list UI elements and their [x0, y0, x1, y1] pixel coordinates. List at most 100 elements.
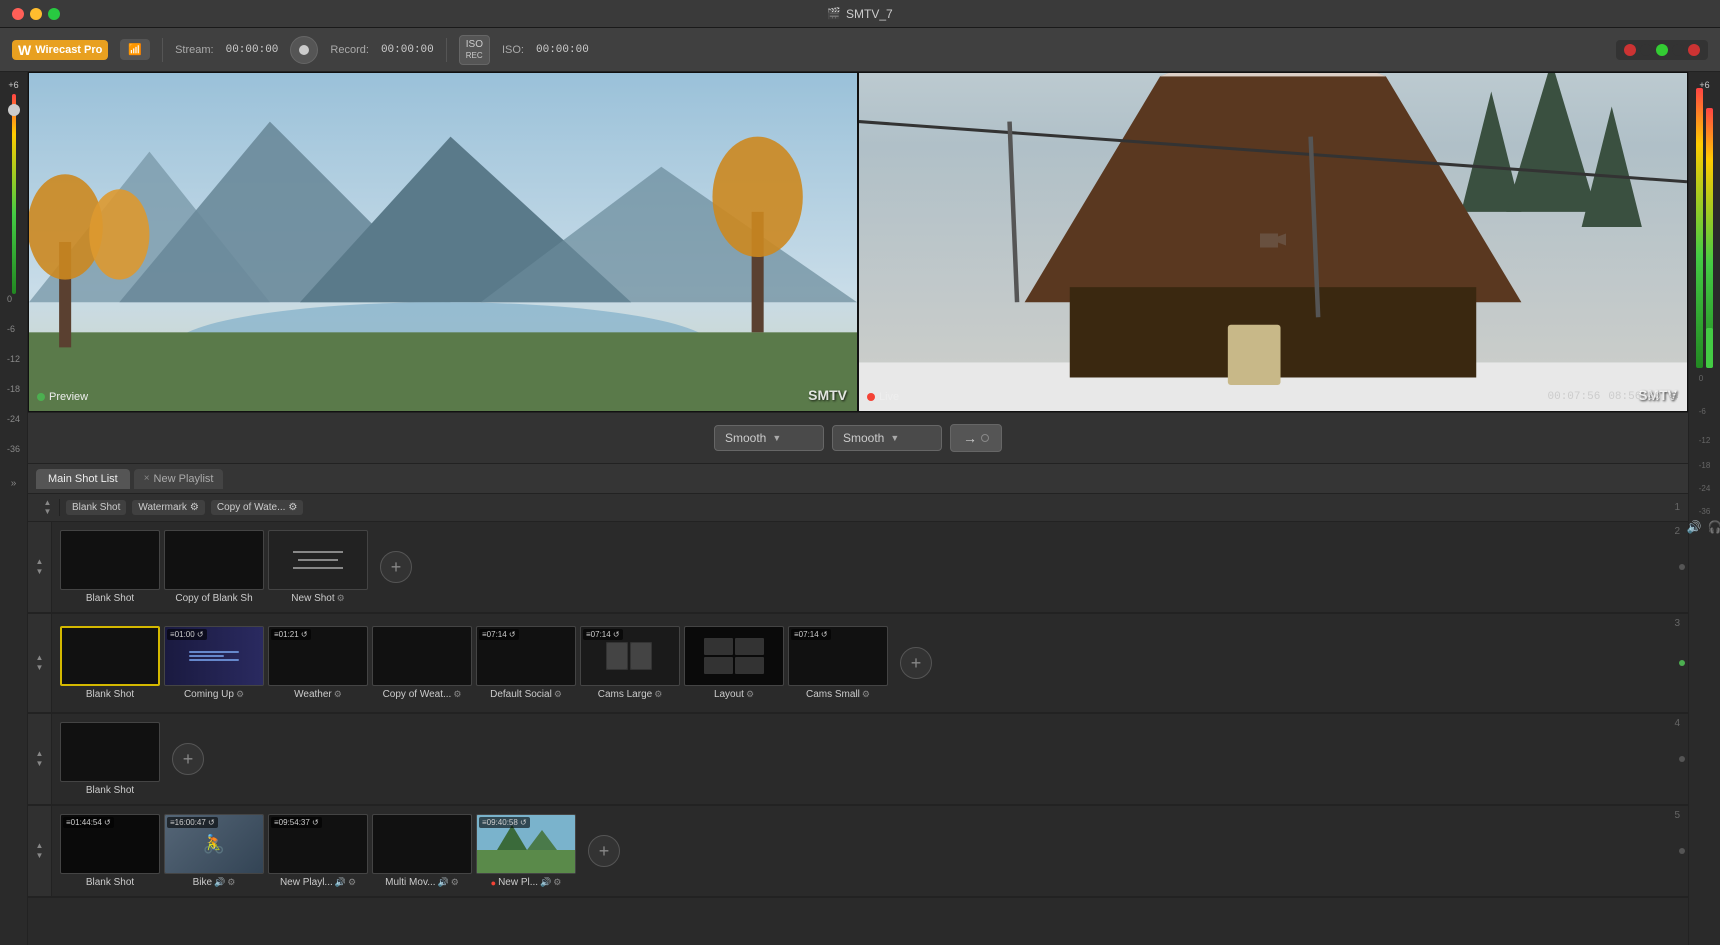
layer-1-copy-gear[interactable]: ⚙ — [288, 502, 297, 513]
add-shot-btn-2[interactable]: + — [380, 551, 412, 583]
shot-item[interactable]: ≡07:14 ↺ Cams Small ⚙ — [788, 626, 888, 700]
shot-item[interactable]: ≡07:14 ↺ Default Social ⚙ — [476, 626, 576, 700]
shot-item[interactable]: ≡07:14 ↺ Cams Large — [580, 626, 680, 700]
vu-right-labels: 0 -6 -12 -18 -24 -36 — [1699, 374, 1711, 516]
live-info: 00:07:56 08:56:50 ⚙ — [1548, 390, 1680, 403]
shot-gear-icon[interactable]: ⚙ — [554, 689, 562, 700]
tab-close-icon[interactable]: × — [144, 473, 150, 484]
shot-thumb: ≡07:14 ↺ — [788, 626, 888, 686]
tab-bar: Main Shot List × New Playlist — [28, 464, 1688, 494]
vu-label-neg6: -6 — [7, 324, 20, 354]
layer-2-shots: Blank Shot Copy of Blank Sh — [52, 522, 1688, 612]
shot-gear-icon[interactable]: ⚙ — [746, 689, 754, 700]
shot-gear-icon[interactable]: ⚙ — [348, 877, 356, 888]
title-icon: 🎬 — [827, 7, 841, 20]
shot-label: Coming Up ⚙ — [184, 689, 244, 700]
iso-button[interactable]: ISO REC — [459, 35, 490, 65]
shot-item[interactable]: Blank Shot — [60, 722, 160, 796]
shot-item[interactable]: ≡09:54:37 ↺ New Playl... 🔊⚙ — [268, 814, 368, 888]
go-button[interactable]: → — [950, 424, 1002, 452]
add-shot-btn-5[interactable]: + — [588, 835, 620, 867]
vu-meter-right: +6 0 -6 -12 -18 -24 -36 🔊 🎧 — [1688, 72, 1720, 945]
layer-1-blank-shot[interactable]: Blank Shot — [66, 500, 126, 515]
close-button[interactable] — [12, 8, 24, 20]
shot-label: Blank Shot — [86, 877, 134, 888]
add-shot-btn-3[interactable]: + — [900, 647, 932, 679]
live-label-text: Live — [879, 391, 899, 403]
shot-gear-icon[interactable]: ⚙ — [553, 877, 561, 888]
shot-item[interactable]: ≡01:44:54 ↺ Blank Shot — [60, 814, 160, 888]
tab-new-playlist[interactable]: × New Playlist — [134, 469, 224, 489]
shot-thumb — [684, 626, 784, 686]
shot-gear-icon[interactable]: ⚙ — [453, 689, 461, 700]
smooth-select-1[interactable]: Smooth ▼ — [714, 425, 824, 451]
shot-gear-icon[interactable]: ⚙ — [451, 877, 459, 888]
layer-1-up[interactable]: ▲ — [44, 499, 52, 507]
smooth-select-2[interactable]: Smooth ▼ — [832, 425, 942, 451]
speaker-icon[interactable]: 🔊 — [1687, 520, 1702, 534]
toolbar-right — [1616, 40, 1708, 60]
layer-5-down[interactable]: ▼ — [36, 852, 44, 860]
headphones-icon[interactable]: 🎧 — [1708, 520, 1720, 534]
lg-cell-2 — [735, 638, 764, 655]
shot-gear-icon[interactable]: ⚙ — [227, 877, 235, 888]
layer-5-up[interactable]: ▲ — [36, 842, 44, 850]
shot-gear-icon[interactable]: ⚙ — [654, 689, 662, 700]
duration-badge: ≡09:54:37 ↺ — [271, 817, 322, 828]
vu-bar-l — [1696, 88, 1703, 368]
lg-cell-4 — [735, 657, 764, 674]
vu-knob-left — [8, 104, 20, 116]
shot-item[interactable]: ≡09:40:58 ↺ ● New Pl — [476, 814, 576, 888]
wifi-icon: 📶 — [128, 43, 142, 56]
shot-item[interactable]: Blank Shot — [60, 530, 160, 604]
duration-badge: ≡07:14 ↺ — [791, 629, 831, 640]
layer-5-dot — [1679, 848, 1685, 854]
wifi-button[interactable]: 📶 — [120, 39, 150, 60]
layer-2-dot — [1679, 564, 1685, 570]
shot-gear-icon[interactable]: ⚙ — [337, 593, 345, 604]
layer-3-up[interactable]: ▲ — [36, 654, 44, 662]
record-button[interactable] — [290, 36, 318, 64]
duration-badge: ≡07:14 ↺ — [479, 629, 519, 640]
audio-icon: 🔊 — [214, 877, 225, 888]
layer-4-shots: Blank Shot + — [52, 714, 1688, 804]
shot-item[interactable]: Copy of Blank Sh — [164, 530, 264, 604]
red-dot-indicator: ● — [491, 878, 496, 888]
minimize-button[interactable] — [30, 8, 42, 20]
layer-1-watermark-gear[interactable]: ⚙ — [190, 502, 199, 513]
vu-0-right: 0 — [1699, 374, 1711, 383]
shot-item[interactable]: Blank Shot — [60, 626, 160, 700]
preview-video — [29, 73, 857, 411]
expand-arrows[interactable]: » — [11, 478, 17, 489]
live-settings-gear[interactable]: ⚙ — [1669, 390, 1679, 403]
layer-2-down[interactable]: ▼ — [36, 568, 44, 576]
shot-thumb — [60, 530, 160, 590]
layer-4-down[interactable]: ▼ — [36, 760, 44, 768]
stream-label: Stream: — [175, 44, 214, 56]
shot-gear-icon[interactable]: ⚙ — [862, 689, 870, 700]
shot-item[interactable]: ≡16:00:47 ↺ 🚴 Bike 🔊⚙ — [164, 814, 264, 888]
fullscreen-button[interactable] — [48, 8, 60, 20]
shot-item[interactable]: New Shot ⚙ — [268, 530, 368, 604]
tab-main-shot-list[interactable]: Main Shot List — [36, 469, 130, 489]
layer-4-dot — [1679, 756, 1685, 762]
layer-2-up[interactable]: ▲ — [36, 558, 44, 566]
shot-gear-icon[interactable]: ⚙ — [334, 689, 342, 700]
shot-lists: Main Shot List × New Playlist ▲ ▼ Blank … — [28, 464, 1688, 945]
shot-item[interactable]: Layout ⚙ — [684, 626, 784, 700]
layer-1-down[interactable]: ▼ — [44, 508, 52, 516]
shot-item[interactable]: ≡01:21 ↺ Weather ⚙ — [268, 626, 368, 700]
layer-4-up[interactable]: ▲ — [36, 750, 44, 758]
live-video — [859, 73, 1687, 411]
add-shot-btn-4[interactable]: + — [172, 743, 204, 775]
shot-item[interactable]: ≡01:00 ↺ Coming Up ⚙ — [164, 626, 264, 700]
shot-gear-icon[interactable]: ⚙ — [236, 689, 244, 700]
chevron-down-2: ▼ — [890, 433, 899, 443]
shot-item[interactable]: Copy of Weat... ⚙ — [372, 626, 472, 700]
layer-1-copy-water[interactable]: Copy of Wate... ⚙ — [211, 500, 304, 515]
shot-item[interactable]: Multi Mov... 🔊⚙ — [372, 814, 472, 888]
layer-3-down[interactable]: ▼ — [36, 664, 44, 672]
layer-1-watermark[interactable]: Watermark ⚙ — [132, 500, 205, 515]
thumb-line-3 — [293, 567, 343, 569]
transition-bar: Smooth ▼ Smooth ▼ → — [28, 412, 1688, 464]
